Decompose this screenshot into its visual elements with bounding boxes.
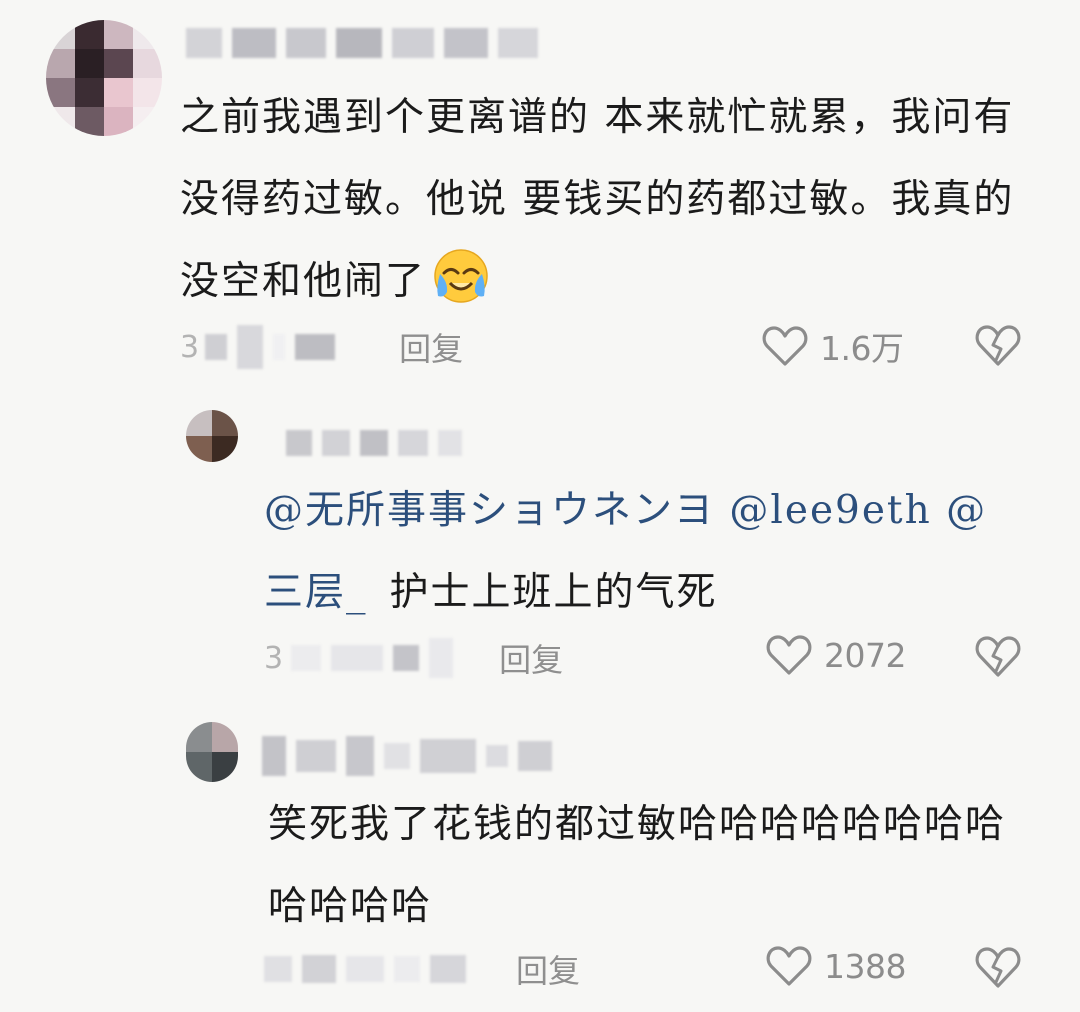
like-button[interactable]: 1388 xyxy=(766,944,906,988)
reply-button[interactable]: 回复 xyxy=(499,635,563,681)
commenter-name[interactable] xyxy=(186,28,538,58)
replier-avatar[interactable] xyxy=(186,722,238,782)
heart-icon xyxy=(766,946,812,986)
reply-text: 笑死我了花钱的都过敏哈哈哈哈哈哈哈哈哈哈哈哈 xyxy=(268,802,1007,929)
broken-heart-icon xyxy=(975,325,1021,366)
reply-button[interactable]: 回复 xyxy=(399,324,463,370)
comment-time-redacted xyxy=(205,325,336,369)
reply-body: @无所事事ショウネンヨ @lee9eth @三层_ 护士上班上的气死 xyxy=(264,470,1024,634)
broken-heart-icon xyxy=(975,947,1021,988)
reply-meta: 3 回复 xyxy=(264,633,1024,683)
reply-time: 3 xyxy=(264,640,284,676)
reply-time-redacted xyxy=(291,638,454,678)
dislike-button[interactable] xyxy=(974,633,1022,683)
comment-time: 3 xyxy=(180,329,200,365)
reply-meta: 回复 xyxy=(264,944,1024,994)
commenter-avatar[interactable] xyxy=(46,20,162,136)
dislike-button[interactable] xyxy=(974,944,1022,994)
crying-laughing-emoji xyxy=(430,246,492,333)
replier-name[interactable] xyxy=(286,430,462,456)
reply-button[interactable]: 回复 xyxy=(516,946,580,992)
like-count: 1.6万 xyxy=(820,329,904,368)
dislike-button[interactable] xyxy=(974,322,1022,372)
replier-avatar[interactable] xyxy=(186,410,238,462)
heart-icon xyxy=(762,326,808,366)
like-button[interactable]: 1.6万 xyxy=(762,322,904,370)
replier-name[interactable] xyxy=(262,736,552,776)
reply-text: @无所事事ショウネンヨ @lee9eth @三层_ 护士上班上的气死 xyxy=(264,488,988,615)
like-button[interactable]: 2072 xyxy=(766,633,906,677)
broken-heart-icon xyxy=(975,636,1021,677)
comment-meta: 3 回复 xyxy=(180,322,1040,372)
heart-icon xyxy=(766,635,812,675)
comment-text: 之前我遇到个更离谱的 本来就忙就累，我问有没得药过敏。他说 要钱买的药都过敏。我… xyxy=(180,77,1020,333)
like-count: 1388 xyxy=(824,946,906,986)
reply-time-redacted xyxy=(264,955,466,983)
reply-body: 笑死我了花钱的都过敏哈哈哈哈哈哈哈哈哈哈哈哈 xyxy=(268,784,1028,948)
comment-body: 之前我遇到个更离谱的 本来就忙就累，我问有没得药过敏。他说 要钱买的药都过敏。我… xyxy=(180,77,1020,333)
like-count: 2072 xyxy=(824,635,906,675)
